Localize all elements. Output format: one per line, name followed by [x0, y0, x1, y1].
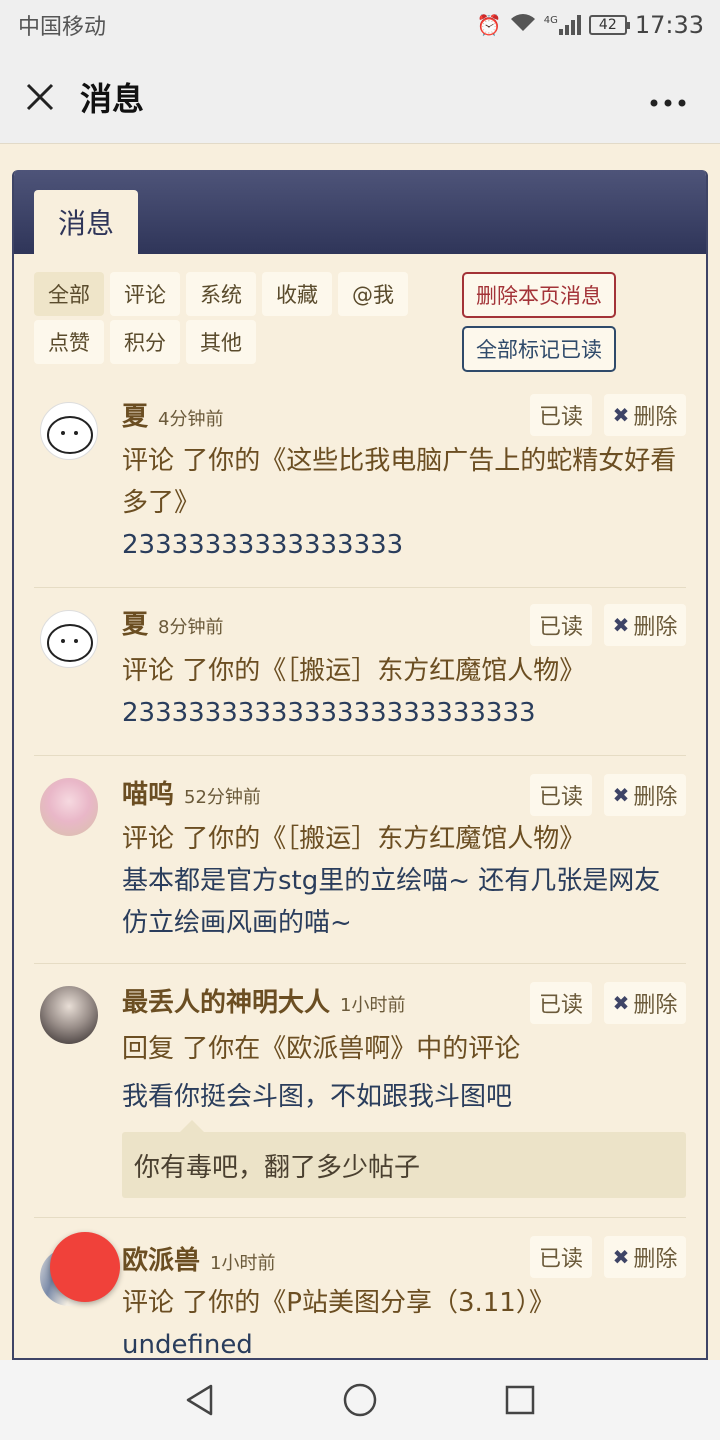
mark-read-button[interactable]: 已读: [530, 604, 592, 646]
username[interactable]: 喵呜: [122, 774, 174, 811]
delete-page-button[interactable]: 删除本页消息: [462, 272, 616, 318]
home-icon: [343, 1383, 377, 1417]
message-meta: 夏 8分钟前: [122, 604, 223, 641]
list-item: 夏 4分钟前 已读 ✖ 删除 评论 了你的《这些比我电脑广告上的蛇精女好看多了》 …: [34, 386, 686, 588]
filter-comments[interactable]: 评论: [110, 272, 180, 316]
delete-button[interactable]: ✖ 删除: [604, 774, 686, 816]
close-icon: ✖: [612, 1245, 630, 1269]
delete-label: 删除: [633, 785, 678, 810]
delete-label: 删除: [633, 615, 678, 640]
mark-all-read-button[interactable]: 全部标记已读: [462, 326, 616, 372]
back-button[interactable]: [160, 1370, 240, 1430]
message-action[interactable]: 评论 了你的《［搬运］东方红魔馆人物》: [122, 650, 682, 692]
timestamp: 8分钟前: [158, 617, 224, 638]
list-item: 喵呜 52分钟前 已读 ✖ 删除 评论 了你的《［搬运］东方红魔馆人物》 基本都是…: [34, 756, 686, 964]
avatar[interactable]: [40, 778, 98, 836]
list-item: 最丢人的神明大人 1小时前 已读 ✖ 删除 回复 了你在《欧派兽啊》中的评论 我看…: [34, 964, 686, 1218]
message-content: 2333333333333333333333333: [122, 698, 536, 728]
back-icon: [186, 1384, 213, 1416]
close-icon: ✖: [612, 991, 630, 1015]
status-icons: ⏰ 4G 42 17:33: [477, 11, 704, 39]
filter-likes[interactable]: 点赞: [34, 320, 104, 364]
wifi-icon: [510, 13, 536, 38]
avatar[interactable]: [40, 610, 98, 668]
recents-button[interactable]: [480, 1370, 560, 1430]
timestamp: 52分钟前: [184, 787, 261, 808]
tab-messages[interactable]: 消息: [34, 190, 138, 254]
filter-all[interactable]: 全部: [34, 272, 104, 316]
filter-favorites[interactable]: 收藏: [262, 272, 332, 316]
delete-label: 删除: [633, 405, 678, 430]
close-button[interactable]: [0, 50, 80, 144]
close-icon: ✖: [612, 613, 630, 637]
system-nav-bar: [0, 1360, 720, 1440]
username[interactable]: 最丢人的神明大人: [122, 982, 330, 1019]
carrier-label: 中国移动: [18, 15, 107, 40]
panel-header: 消息: [14, 170, 706, 254]
status-bar: 中国移动 ⏰ 4G 42 17:33: [0, 0, 720, 50]
page-title: 消息: [80, 79, 145, 118]
message-meta: 喵呜 52分钟前: [122, 774, 261, 811]
close-icon: ✖: [612, 783, 630, 807]
signal-icon: 4G: [544, 15, 581, 35]
message-meta: 欧派兽 1小时前: [122, 1240, 275, 1277]
quoted-comment: 你有毒吧，翻了多少帖子: [122, 1120, 686, 1198]
message-content: 我看你挺会斗图，不如跟我斗图吧: [122, 1082, 513, 1112]
mark-read-button[interactable]: 已读: [530, 394, 592, 436]
message-action[interactable]: 评论 了你的《这些比我电脑广告上的蛇精女好看多了》: [122, 440, 682, 524]
close-icon: [26, 83, 54, 110]
clock: 17:33: [634, 11, 704, 39]
list-item: 欧派兽 1小时前 已读 ✖ 删除 评论 了你的《P站美图分享（3.11）》 und…: [34, 1218, 686, 1360]
list-item: 夏 8分钟前 已读 ✖ 删除 评论 了你的《［搬运］东方红魔馆人物》 233333…: [34, 588, 686, 756]
mark-read-button[interactable]: 已读: [530, 982, 592, 1024]
recents-icon: [505, 1385, 535, 1415]
username[interactable]: 夏: [122, 604, 148, 641]
bulk-actions: 删除本页消息 全部标记已读: [462, 272, 616, 372]
delete-button[interactable]: ✖ 删除: [604, 394, 686, 436]
delete-button[interactable]: ✖ 删除: [604, 1236, 686, 1278]
filter-points[interactable]: 积分: [110, 320, 180, 364]
delete-button[interactable]: ✖ 删除: [604, 604, 686, 646]
message-action[interactable]: 回复 了你在《欧派兽啊》中的评论: [122, 1028, 682, 1070]
message-action[interactable]: 评论 了你的《［搬运］东方红魔馆人物》: [122, 818, 682, 860]
delete-button[interactable]: ✖ 删除: [604, 982, 686, 1024]
more-icon: [650, 99, 686, 107]
timestamp: 1小时前: [340, 995, 406, 1016]
username[interactable]: 夏: [122, 396, 148, 433]
message-content: undefined: [122, 1330, 253, 1360]
battery-icon: 42: [588, 15, 630, 35]
timestamp: 4分钟前: [158, 409, 224, 430]
message-list: 夏 4分钟前 已读 ✖ 删除 评论 了你的《这些比我电脑广告上的蛇精女好看多了》 …: [34, 386, 686, 1360]
message-meta: 夏 4分钟前: [122, 396, 223, 433]
alarm-icon: ⏰: [476, 13, 502, 37]
username[interactable]: 欧派兽: [122, 1240, 200, 1277]
delete-label: 删除: [633, 1247, 678, 1272]
messages-panel: 消息 全部 评论 系统 收藏 @我 点赞 积分 其他 删除本页消息 全部标记已读…: [12, 170, 708, 1360]
avatar[interactable]: [40, 986, 98, 1044]
mark-read-button[interactable]: 已读: [530, 1236, 592, 1278]
message-action[interactable]: 评论 了你的《P站美图分享（3.11）》: [122, 1282, 682, 1324]
message-meta: 最丢人的神明大人 1小时前: [122, 982, 405, 1019]
mark-read-button[interactable]: 已读: [530, 774, 592, 816]
filter-mentions[interactable]: @我: [338, 272, 408, 316]
floating-action-button[interactable]: [50, 1232, 120, 1302]
filter-system[interactable]: 系统: [186, 272, 256, 316]
more-button[interactable]: [650, 80, 686, 115]
title-bar: 消息: [0, 50, 720, 144]
filter-other[interactable]: 其他: [186, 320, 256, 364]
message-content: 基本都是官方stg里的立绘喵~ 还有几张是网友仿立绘画风画的喵~: [122, 866, 661, 938]
avatar[interactable]: [40, 402, 98, 460]
network-type-label: 4G: [543, 15, 558, 26]
delete-label: 删除: [633, 993, 678, 1018]
home-button[interactable]: [320, 1370, 400, 1430]
close-icon: ✖: [612, 403, 630, 427]
timestamp: 1小时前: [210, 1253, 276, 1274]
message-content: 23333333333333333: [122, 530, 404, 560]
filter-chips: 全部 评论 系统 收藏 @我 点赞 积分 其他: [34, 272, 414, 364]
